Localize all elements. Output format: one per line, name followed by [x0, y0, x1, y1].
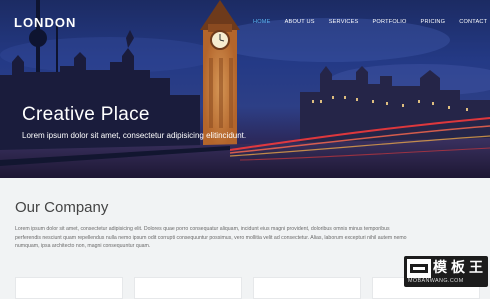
watermark-text: 模板王	[433, 259, 487, 275]
description-line: numquam, ipsa architecto non, magni cons…	[15, 243, 151, 250]
watermark-url: MOBANWANG.COM	[408, 278, 464, 284]
description-line: perferendis nesciunt quam repellendus nu…	[15, 234, 407, 241]
nav-item-about-us[interactable]: ABOUT US	[278, 18, 322, 26]
watermark-badge: 模板王 MOBANWANG.COM	[404, 256, 488, 287]
section-description: Lorem ipsum dolor sit amet, consectetur …	[15, 225, 477, 251]
hero-title: Creative Place	[22, 104, 150, 125]
description-line: Lorem ipsum dolor sit amet, consectetur …	[15, 226, 390, 232]
feature-card[interactable]	[134, 277, 242, 299]
feature-card[interactable]	[15, 277, 123, 299]
site-logo[interactable]: LONDON	[14, 15, 76, 30]
feature-card[interactable]	[253, 277, 361, 299]
nav-menu: HOME ABOUT US SERVICES PORTFOLIO PRICING…	[246, 18, 490, 26]
nav-item-contact[interactable]: CONTACT	[452, 18, 490, 26]
hero-banner: LONDON HOME ABOUT US SERVICES PORTFOLIO …	[0, 0, 490, 178]
section-title: Our Company	[15, 199, 109, 216]
top-navigation: LONDON HOME ABOUT US SERVICES PORTFOLIO …	[0, 0, 490, 44]
nav-item-portfolio[interactable]: PORTFOLIO	[365, 18, 413, 26]
hero-subtitle: Lorem ipsum dolor sit amet, consectetur …	[22, 131, 247, 140]
watermark-logo-icon	[407, 259, 431, 278]
nav-item-services[interactable]: SERVICES	[322, 18, 366, 26]
nav-item-pricing[interactable]: PRICING	[414, 18, 453, 26]
nav-item-home[interactable]: HOME	[246, 18, 278, 26]
